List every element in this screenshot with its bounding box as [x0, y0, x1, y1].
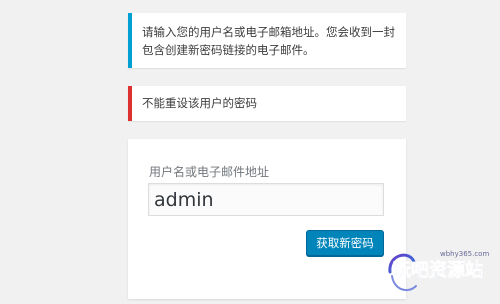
get-new-password-button[interactable]: 获取新密码 — [306, 230, 384, 256]
username-email-input[interactable] — [148, 183, 384, 216]
error-notice: 不能重设该用户的密码 — [128, 86, 406, 121]
site-watermark: wbhy365.com 玩吧资源站 — [388, 250, 489, 292]
lost-password-form: 用户名或电子邮件地址 获取新密码 — [128, 139, 406, 299]
watermark-url: wbhy365.com — [440, 250, 489, 258]
info-notice-line-1: 请输入您的用户名或电子邮箱地址。您会收到一封 — [142, 25, 395, 39]
username-email-label: 用户名或电子邮件地址 — [149, 165, 270, 179]
info-notice: 请输入您的用户名或电子邮箱地址。您会收到一封 包含创建新密码链接的电子邮件。 — [128, 13, 406, 68]
watermark-text: 玩吧资源站 — [393, 259, 483, 281]
info-notice-line-2: 包含创建新密码链接的电子邮件。 — [142, 43, 315, 57]
error-notice-text: 不能重设该用户的密码 — [142, 96, 257, 110]
